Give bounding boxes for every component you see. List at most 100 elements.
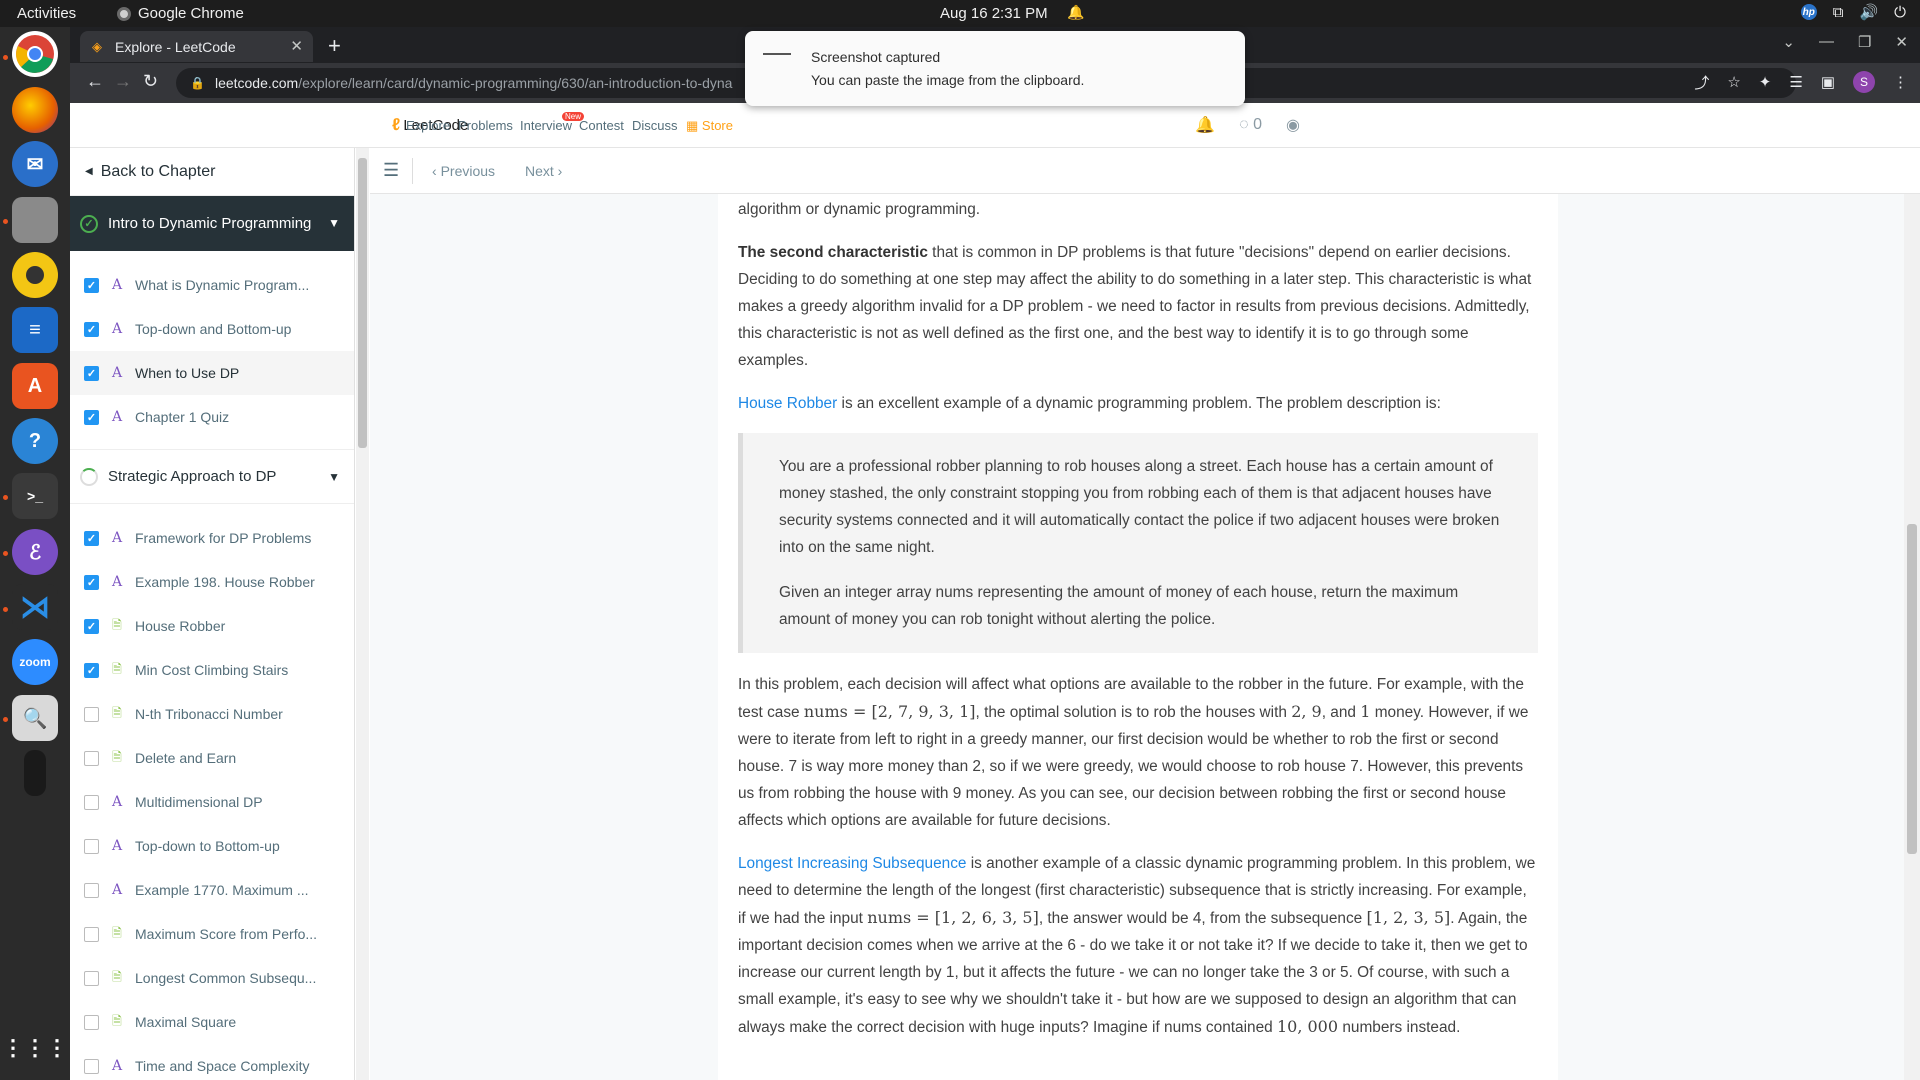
coins-counter[interactable]: ◌ 0 [1239,116,1262,134]
lesson-item[interactable]: ✓ A Framework for DP Problems [70,516,354,560]
files-dock-icon[interactable] [12,197,58,243]
hamburger-menu-icon[interactable]: ☰ [383,160,399,181]
checked-checkbox[interactable]: ✓ [84,574,99,590]
unchecked-checkbox[interactable] [84,1014,99,1030]
lesson-item[interactable]: ✓ 🗎 Min Cost Climbing Stairs [70,648,354,692]
lis-link[interactable]: Longest Increasing Subsequence [738,855,966,872]
profile-avatar[interactable]: S [1853,71,1875,93]
unchecked-checkbox[interactable] [84,750,99,766]
house-robber-link[interactable]: House Robber [738,395,837,412]
lesson-item[interactable]: A Top-down to Bottom-up [70,824,354,868]
device-dock-icon[interactable] [24,750,46,796]
lesson-item[interactable]: ✓ 🗎 House Robber [70,604,354,648]
user-avatar-icon[interactable]: ◉ [1286,115,1300,135]
back-icon[interactable]: ← [86,71,104,92]
chapter-header[interactable]: ✓ Intro to Dynamic Programming ▼ [70,196,354,251]
unchecked-checkbox[interactable] [84,1058,99,1074]
checked-checkbox[interactable]: ✓ [84,365,99,381]
checked-checkbox[interactable]: ✓ [84,277,99,293]
vscode-dock-icon[interactable]: ⋊ [12,584,58,630]
lesson-item[interactable]: A Time and Space Complexity [70,1044,354,1080]
close-window-icon[interactable]: ✕ [1895,33,1908,51]
software-dock-icon[interactable]: A [12,363,58,409]
screenshot-notification[interactable]: Screenshot captured You can paste the im… [745,31,1245,106]
main-scrollbar[interactable] [1904,194,1920,1080]
lesson-item[interactable]: ✓ A Chapter 1 Quiz [70,395,354,439]
previous-button[interactable]: ‹ Previous [432,163,495,179]
clock[interactable]: Aug 16 2:31 PM [940,5,1048,22]
new-tab-button[interactable]: + [328,33,341,59]
emacs-dock-icon[interactable]: ℰ [12,529,58,575]
paragraph-text: , the answer would be 4, from the subseq… [1038,910,1367,927]
extensions-icon[interactable]: ✦ [1759,73,1772,91]
unchecked-checkbox[interactable] [84,706,99,722]
lesson-item[interactable]: 🗎 Maximum Score from Perfo... [70,912,354,956]
lesson-label: Multidimensional DP [135,794,263,810]
maximize-icon[interactable]: ❐ [1858,33,1871,51]
lesson-label: Delete and Earn [135,750,237,766]
share-icon[interactable]: ⤴ [1694,72,1709,93]
checked-checkbox[interactable]: ✓ [84,662,99,678]
show-apps-icon[interactable]: ⋮⋮⋮ [2,1025,68,1071]
chrome-dock-icon[interactable] [12,31,58,77]
checked-checkbox[interactable]: ✓ [84,409,99,425]
minimize-icon[interactable]: — [1819,33,1834,51]
checked-checkbox[interactable]: ✓ [84,321,99,337]
unchecked-checkbox[interactable] [84,794,99,810]
lesson-item[interactable]: A Example 1770. Maximum ... [70,868,354,912]
terminal-dock-icon[interactable]: >_ [12,473,58,519]
system-tray[interactable]: hp ⧉ 🔊 ⏻ [1800,3,1906,21]
next-button[interactable]: Next › [525,163,562,179]
checked-checkbox[interactable]: ✓ [84,530,99,546]
unchecked-checkbox[interactable] [84,926,99,942]
lesson-item[interactable]: 🗎 Delete and Earn [70,736,354,780]
lesson-item[interactable]: ✓ A Top-down and Bottom-up [70,307,354,351]
rhythmbox-dock-icon[interactable] [12,252,58,298]
help-dock-icon[interactable]: ? [12,418,58,464]
firefox-dock-icon[interactable] [12,87,58,133]
tab-search-icon[interactable]: ⌄ [1782,33,1795,51]
unchecked-checkbox[interactable] [84,838,99,854]
nav-problems[interactable]: Problems [458,118,513,133]
lesson-item[interactable]: 🗎 N-th Tribonacci Number [70,692,354,736]
side-panel-icon[interactable]: ▣ [1821,73,1835,91]
lesson-item[interactable]: ✓ A What is Dynamic Program... [70,263,354,307]
chrome-menu-icon[interactable]: ⋮ [1893,73,1908,91]
main-scrollbar-thumb[interactable] [1907,524,1917,854]
forward-icon[interactable]: → [114,71,132,92]
bookmark-star-icon[interactable]: ☆ [1727,73,1740,91]
app-menu[interactable]: Google Chrome [117,5,244,22]
sidebar-scrollbar-thumb[interactable] [358,158,367,448]
lesson-item[interactable]: A Multidimensional DP [70,780,354,824]
screenshot-dock-icon[interactable]: 🔍 [12,695,58,741]
activities-button[interactable]: Activities [17,5,76,22]
notifications-bell-icon[interactable]: 🔔 [1195,115,1215,135]
browser-tab[interactable]: ◈ Explore - LeetCode ✕ [80,31,313,62]
nav-discuss[interactable]: Discuss [632,118,678,133]
chapter-header[interactable]: Strategic Approach to DP ▼ [70,449,354,504]
unchecked-checkbox[interactable] [84,882,99,898]
writer-dock-icon[interactable]: ≡ [12,307,58,353]
lesson-item[interactable]: ✓ A Example 198. House Robber [70,560,354,604]
lesson-label: What is Dynamic Program... [135,277,310,293]
lesson-item[interactable]: 🗎 Maximal Square [70,1000,354,1044]
lesson-item[interactable]: ✓ A When to Use DP [70,351,354,395]
reading-list-icon[interactable]: ☰ [1789,73,1802,91]
leetcode-header: ℓ LeetCode Explore Problems Interview New … [70,103,1920,148]
nav-interview[interactable]: Interview New [520,112,585,133]
checked-checkbox[interactable]: ✓ [84,618,99,634]
sidebar-scrollbar[interactable] [356,148,369,1080]
nav-contest[interactable]: Contest [579,118,624,133]
thunderbird-dock-icon[interactable]: ✉ [12,141,58,187]
zoom-dock-icon[interactable]: zoom [12,639,58,685]
unchecked-checkbox[interactable] [84,970,99,986]
bold-text: The second characteristic [738,244,928,261]
hp-icon: hp [1800,4,1817,20]
reload-icon[interactable]: ↻ [143,71,158,92]
back-to-chapter-button[interactable]: ◀ Back to Chapter [70,148,354,196]
back-to-chapter-label: Back to Chapter [100,162,216,180]
lesson-item[interactable]: 🗎 Longest Common Subsequ... [70,956,354,1000]
nav-store[interactable]: ▦ Store [686,118,733,134]
close-tab-icon[interactable]: ✕ [290,37,303,55]
nav-explore[interactable]: Explore [406,118,450,133]
